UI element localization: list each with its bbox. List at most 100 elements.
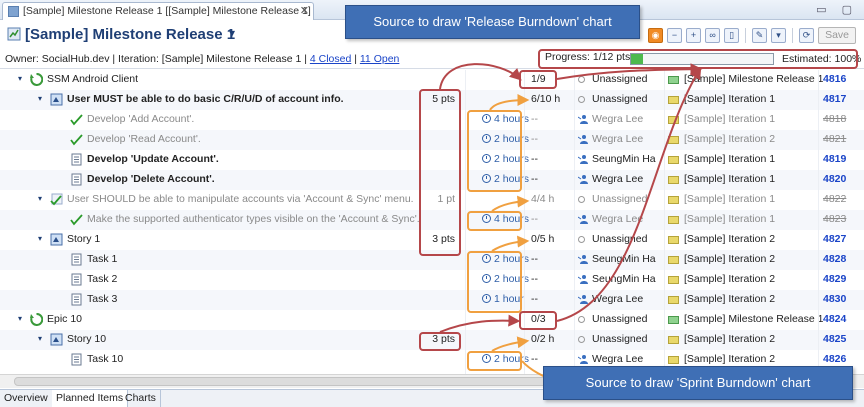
plan-icon: [668, 156, 679, 164]
item-id[interactable]: 4828: [823, 253, 846, 265]
item-plan: [Sample] Iteration 1: [684, 213, 776, 225]
milestone-tab-icon: [8, 6, 19, 17]
open-link[interactable]: 11 Open: [360, 53, 400, 65]
task-done-icon: [70, 113, 83, 126]
item-progress: 6/10 h: [531, 93, 561, 105]
link-icon[interactable]: ∞: [705, 27, 721, 43]
plan-icon: [668, 196, 679, 204]
person-icon: [577, 154, 588, 164]
tab-charts[interactable]: Charts: [121, 390, 161, 407]
item-owner: Wegra Lee: [592, 113, 644, 125]
person-icon: [577, 274, 588, 284]
item-name[interactable]: Task 2: [87, 273, 117, 285]
item-name[interactable]: User MUST be able to do basic C/R/U/D of…: [67, 93, 344, 105]
expand-toggle-icon[interactable]: ▾: [38, 94, 42, 103]
item-id[interactable]: 4824: [823, 313, 846, 325]
item-plan: [Sample] Iteration 1: [684, 173, 776, 185]
chevron-down-icon[interactable]: ▾: [229, 26, 235, 40]
item-name[interactable]: Develop 'Update Account'.: [87, 153, 219, 165]
sync-icon[interactable]: ⟳: [799, 27, 815, 43]
item-name[interactable]: Task 1: [87, 253, 117, 265]
save-button[interactable]: Save: [818, 26, 856, 44]
epic-icon: [30, 312, 44, 326]
tab-overview[interactable]: Overview: [0, 390, 53, 407]
item-id[interactable]: 4816: [823, 73, 846, 85]
close-icon[interactable]: ✕: [300, 4, 309, 17]
item-plan: [Sample] Iteration 2: [684, 133, 776, 145]
item-name[interactable]: User SHOULD be able to manipulate accoun…: [67, 193, 414, 205]
feed-icon[interactable]: ◉: [648, 27, 664, 43]
item-name[interactable]: Develop 'Read Account'.: [87, 133, 201, 145]
closed-link[interactable]: 4 Closed: [310, 53, 351, 65]
item-progress: --: [531, 133, 538, 145]
expand-toggle-icon[interactable]: ▾: [18, 74, 22, 83]
expand-all-icon[interactable]: +: [686, 27, 702, 43]
page-title: [Sample] Milestone Release 1: [25, 26, 236, 43]
expand-toggle-icon[interactable]: ▾: [38, 334, 42, 343]
collapse-all-icon[interactable]: −: [667, 27, 683, 43]
item-progress: 0/2 h: [531, 333, 555, 345]
item-id[interactable]: 4821: [823, 133, 846, 145]
sidebar-toggle-icon[interactable]: ▯: [724, 27, 740, 43]
item-id[interactable]: 4820: [823, 173, 846, 185]
item-id[interactable]: 4818: [823, 113, 846, 125]
item-name[interactable]: Task 3: [87, 293, 117, 305]
editor-tab-label: [Sample] Milestone Release 1 [[Sample] M…: [23, 5, 311, 17]
item-id[interactable]: 4819: [823, 153, 846, 165]
item-plan: [Sample] Iteration 2: [684, 233, 776, 245]
item-name[interactable]: Story 10: [67, 333, 106, 345]
item-name[interactable]: Make the supported authenticator types v…: [87, 213, 420, 225]
table-row[interactable]: Task 31 hour -- Wegra Lee [Sample] Iteratio…: [0, 290, 864, 310]
person-icon: [577, 174, 588, 184]
task-icon: [70, 293, 83, 306]
item-id[interactable]: 4829: [823, 273, 846, 285]
item-id[interactable]: 4825: [823, 333, 846, 345]
item-owner: Wegra Lee: [592, 293, 644, 305]
item-id[interactable]: 4823: [823, 213, 846, 225]
item-progress: --: [531, 273, 538, 285]
item-id[interactable]: 4822: [823, 193, 846, 205]
tab-planned-items[interactable]: Planned Items: [52, 390, 129, 407]
table-row[interactable]: ▾ Epic 10 0/3 Unassigned [Sample] Milestone …: [0, 310, 864, 330]
item-plan: [Sample] Iteration 2: [684, 253, 776, 265]
window-controls[interactable]: ▭ ▢: [816, 3, 858, 16]
item-progress: 0/5 h: [531, 233, 555, 245]
column-divider: [664, 70, 665, 374]
task-done-icon: [70, 213, 83, 226]
item-id[interactable]: 4817: [823, 93, 846, 105]
plan-icon: [668, 296, 679, 304]
item-id[interactable]: 4830: [823, 293, 846, 305]
item-name[interactable]: Develop 'Add Account'.: [87, 113, 194, 125]
item-owner: Wegra Lee: [592, 353, 644, 365]
size-highlight: [419, 332, 461, 351]
menu-dropdown-icon[interactable]: ▾: [771, 27, 787, 43]
epic-progress-highlight: [519, 70, 557, 89]
item-progress: --: [531, 253, 538, 265]
expand-toggle-icon[interactable]: ▾: [18, 314, 22, 323]
item-owner: SeungMin Ha: [592, 273, 656, 285]
table-row[interactable]: ▾ SSM Android Client 1/9 Unassigned [Sample]…: [0, 70, 864, 90]
table-row[interactable]: Task 22 hours -- SeungMin Ha [Sample] Itera…: [0, 270, 864, 290]
toolbar-divider: [792, 27, 794, 43]
expand-toggle-icon[interactable]: ▾: [38, 234, 42, 243]
editor-tab[interactable]: [Sample] Milestone Release 1 [[Sample] M…: [2, 2, 314, 20]
story-icon: [50, 233, 63, 246]
expand-toggle-icon[interactable]: ▾: [38, 194, 42, 203]
item-name[interactable]: SSM Android Client: [47, 73, 138, 85]
task-icon: [70, 273, 83, 286]
item-name[interactable]: Develop 'Delete Account'.: [87, 173, 215, 185]
item-plan: [Sample] Iteration 1: [684, 93, 776, 105]
item-name[interactable]: Task 10: [87, 353, 123, 365]
edit-icon[interactable]: ✎: [752, 27, 768, 43]
item-owner: Wegra Lee: [592, 133, 644, 145]
item-owner: Unassigned: [592, 233, 648, 245]
item-id[interactable]: 4826: [823, 353, 846, 365]
item-name[interactable]: Story 1: [67, 233, 100, 245]
column-divider: [818, 70, 819, 374]
estimate-highlight: [467, 211, 522, 231]
item-id[interactable]: 4827: [823, 233, 846, 245]
item-name[interactable]: Epic 10: [47, 313, 82, 325]
plan-icon: [668, 176, 679, 184]
story-icon: [50, 333, 63, 346]
plan-icon: [668, 356, 679, 364]
